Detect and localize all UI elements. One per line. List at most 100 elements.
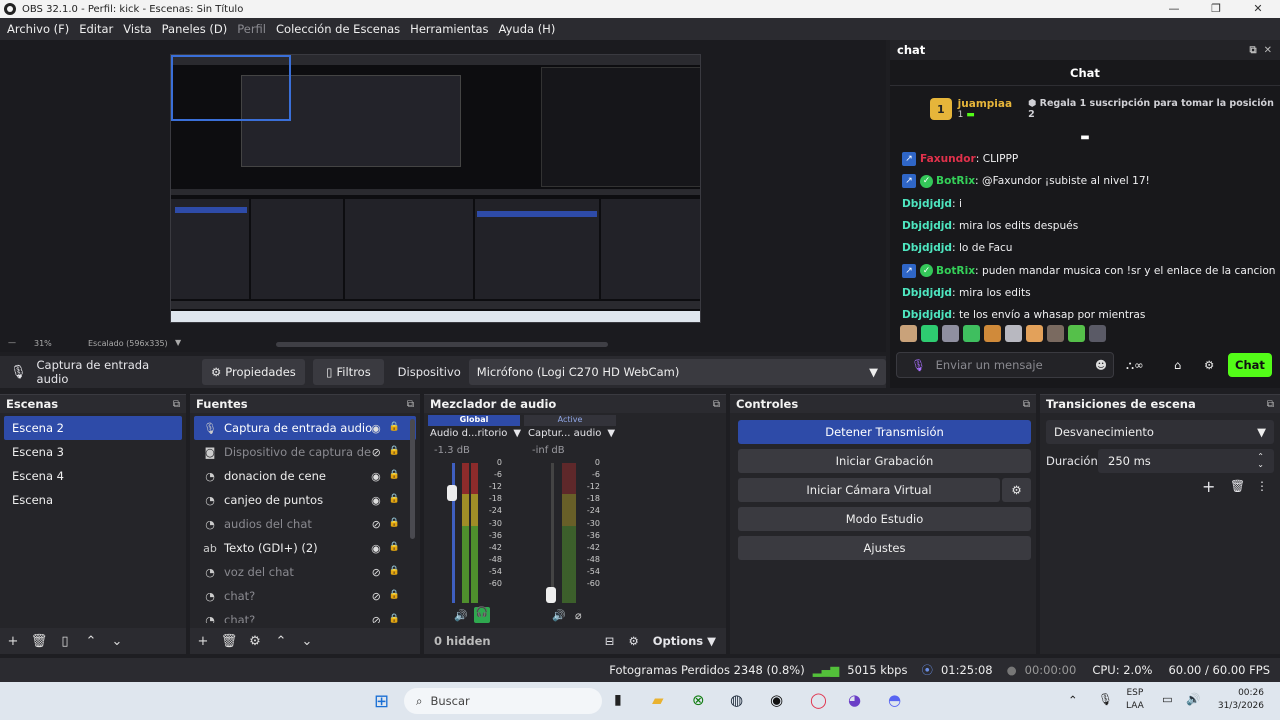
options-button[interactable]: Options ▼ xyxy=(653,634,716,648)
chat-username[interactable]: Dbjdjdjd xyxy=(902,220,952,232)
tab-active[interactable]: Active xyxy=(524,415,616,426)
lock-icon[interactable]: 🔒 xyxy=(389,422,400,435)
channel-2-name[interactable]: Captur... audio ▼ xyxy=(528,428,615,439)
transition-select[interactable]: Desvanecimiento ▼ xyxy=(1046,420,1274,444)
opera-icon[interactable]: ◯ xyxy=(810,691,827,709)
monitor-off-icon[interactable]: ⌀ xyxy=(575,609,582,622)
more-icon[interactable]: ⋮ xyxy=(1256,479,1268,493)
source-item[interactable]: ◔ audios del chat ⊘ 🔒 xyxy=(194,512,416,536)
mic-icon[interactable]: 🎙 xyxy=(911,358,926,372)
move-down-icon[interactable]: ⌄ xyxy=(294,634,320,649)
undock-icon[interactable]: ⧉ xyxy=(1250,45,1257,56)
taskbar-search[interactable]: ⌕ Buscar xyxy=(404,688,602,714)
settings-button[interactable]: Ajustes xyxy=(738,536,1031,560)
move-up-icon[interactable]: ⌃ xyxy=(78,634,104,649)
emote-icon[interactable] xyxy=(963,325,980,342)
emote-icon[interactable] xyxy=(1047,325,1064,342)
lock-icon[interactable]: 🔒 xyxy=(389,446,400,459)
emote-icon[interactable] xyxy=(1026,325,1043,342)
file-explorer-icon[interactable]: ▮ xyxy=(614,692,622,708)
source-item[interactable]: 🎙 Captura de entrada audio ◉ 🔒 xyxy=(194,416,416,440)
lock-icon[interactable]: 🔒 xyxy=(389,590,400,603)
lock-icon[interactable]: 🔒 xyxy=(389,614,400,624)
eye-hidden-icon[interactable]: ⊘ xyxy=(372,614,381,624)
monitor-icon[interactable]: 🎧 xyxy=(474,607,490,623)
channel-1-fader-track[interactable] xyxy=(452,463,455,603)
eye-hidden-icon[interactable]: ⊘ xyxy=(372,446,381,459)
tab-global[interactable]: Global xyxy=(428,415,520,426)
add-icon[interactable]: + xyxy=(1202,477,1215,496)
emote-icon[interactable] xyxy=(1089,325,1106,342)
network-icon[interactable]: ▭ xyxy=(1162,692,1173,706)
close-icon[interactable]: ✕ xyxy=(1264,45,1272,56)
menu-perfil[interactable]: Perfil xyxy=(232,22,271,36)
preview-area[interactable] xyxy=(0,40,886,352)
chat-username[interactable]: Dbjdjdjd xyxy=(902,309,952,321)
undock-icon[interactable]: ⧉ xyxy=(713,399,720,410)
emote-icon[interactable] xyxy=(942,325,959,342)
move-down-icon[interactable]: ⌄ xyxy=(104,634,130,649)
duration-input[interactable]: 250 ms ⌃ ⌄ xyxy=(1098,449,1274,473)
undock-icon[interactable]: ⧉ xyxy=(173,399,180,410)
trash-icon[interactable]: 🗑 xyxy=(1230,479,1245,493)
menu-ayuda[interactable]: Ayuda (H) xyxy=(494,22,561,36)
lock-icon[interactable]: 🔒 xyxy=(389,494,400,507)
obs-taskbar-icon[interactable]: ◉ xyxy=(770,691,783,709)
zoom-dropdown-icon[interactable]: ▼ xyxy=(175,338,181,347)
menu-herramientas[interactable]: Herramientas xyxy=(405,22,493,36)
chat-username[interactable]: Dbjdjdjd xyxy=(902,287,952,299)
chevron-up-icon[interactable]: ⌃ xyxy=(1068,693,1078,707)
filter-icon[interactable]: ▯ xyxy=(52,634,78,649)
scene-item[interactable]: Escena 2 xyxy=(4,416,182,440)
volume-icon[interactable]: 🔊 xyxy=(454,609,468,622)
channel-1-fader[interactable] xyxy=(447,485,457,502)
store-icon[interactable]: ⌂ xyxy=(1174,358,1181,372)
collapse-icon[interactable]: ▬ xyxy=(890,132,1280,146)
trash-icon[interactable]: 🗑 xyxy=(26,634,52,649)
eye-icon[interactable]: ◉ xyxy=(371,494,381,507)
eye-hidden-icon[interactable]: ⊘ xyxy=(372,590,381,603)
undock-icon[interactable]: ⧉ xyxy=(407,399,414,410)
scene-item[interactable]: Escena xyxy=(4,488,182,512)
virtual-camera-settings-icon[interactable]: ⚙ xyxy=(1002,478,1031,502)
source-item[interactable]: ◙ Dispositivo de captura de ⊘ 🔒 xyxy=(194,440,416,464)
channel-2-fader-track[interactable] xyxy=(551,463,554,603)
emote-icon[interactable] xyxy=(1005,325,1022,342)
add-icon[interactable]: + xyxy=(0,634,26,649)
chat-username[interactable]: BotRix xyxy=(936,265,975,277)
add-icon[interactable]: + xyxy=(190,634,216,649)
gear-icon[interactable]: ⚙ xyxy=(1204,358,1214,372)
minimize-icon[interactable]: — xyxy=(1154,0,1194,18)
undock-icon[interactable]: ⧉ xyxy=(1023,399,1030,410)
language-indicator[interactable]: ESP LAA xyxy=(1126,687,1144,713)
eye-hidden-icon[interactable]: ⊘ xyxy=(372,518,381,531)
minus-icon[interactable]: — xyxy=(8,338,16,347)
lock-icon[interactable]: 🔒 xyxy=(389,470,400,483)
menu-vista[interactable]: Vista xyxy=(118,22,156,36)
source-item[interactable]: ◔ chat? ⊘ 🔒 xyxy=(194,584,416,608)
lock-icon[interactable]: 🔒 xyxy=(389,566,400,579)
points-icon[interactable]: ⛬∞ xyxy=(1126,358,1144,373)
menu-editar[interactable]: Editar xyxy=(74,22,118,36)
eye-icon[interactable]: ◉ xyxy=(371,422,381,435)
close-icon[interactable]: ✕ xyxy=(1238,0,1278,18)
xbox-icon[interactable]: ⊗ xyxy=(692,691,705,709)
chat-username[interactable]: BotRix xyxy=(936,175,975,187)
source-item[interactable]: ◔ chat? ⊘ 🔒 xyxy=(194,608,416,623)
menu-archivo[interactable]: Archivo (F) xyxy=(2,22,74,36)
menu-coleccion[interactable]: Colección de Escenas xyxy=(271,22,405,36)
emote-icon[interactable] xyxy=(1068,325,1085,342)
steam-icon[interactable]: ◍ xyxy=(730,691,743,709)
virtual-camera-button[interactable]: Iniciar Cámara Virtual xyxy=(738,478,1000,502)
source-item[interactable]: ab Texto (GDI+) (2) ◉ 🔒 xyxy=(194,536,416,560)
clock[interactable]: 00:26 31/3/2026 xyxy=(1206,687,1264,713)
emote-icon[interactable] xyxy=(900,325,917,342)
scene-item[interactable]: Escena 3 xyxy=(4,440,182,464)
source-item[interactable]: ◔ canjeo de puntos ◉ 🔒 xyxy=(194,488,416,512)
source-item[interactable]: ◔ donacion de cene ◉ 🔒 xyxy=(194,464,416,488)
filters-button[interactable]: ▯ Filtros xyxy=(313,359,384,385)
source-item[interactable]: ◔ voz del chat ⊘ 🔒 xyxy=(194,560,416,584)
emoji-icon[interactable]: ☻ xyxy=(1095,358,1107,372)
volume-icon[interactable]: 🔊 xyxy=(552,609,566,622)
sources-scrollbar[interactable] xyxy=(410,419,415,539)
